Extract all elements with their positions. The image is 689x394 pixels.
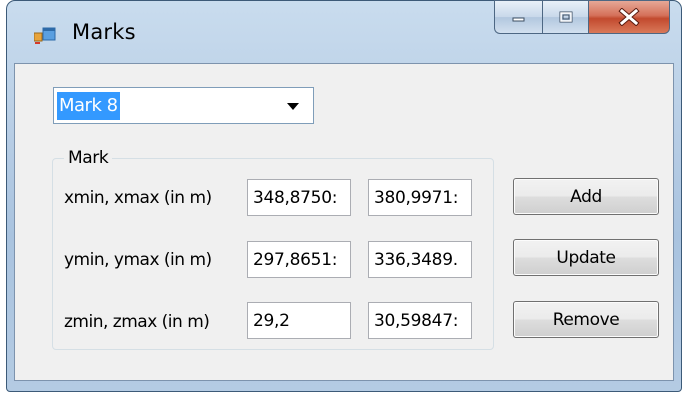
remove-button[interactable]: Remove (513, 301, 659, 338)
ymax-input[interactable]: 336,3489. (368, 241, 472, 278)
minimize-button[interactable] (494, 0, 542, 34)
dialog-client-area: Mark 8 Mark xmin, xmax (in m) 348,8750: … (14, 63, 674, 381)
xmax-value: 380,9971: (374, 188, 459, 208)
mark-group-label: Mark (64, 148, 113, 168)
marks-window: Marks Mark 8 Mark xmin, xmax (in m) 348,… (0, 0, 689, 394)
mark-select[interactable]: Mark 8 (53, 87, 314, 124)
update-button[interactable]: Update (513, 239, 659, 276)
x-range-label: xmin, xmax (in m) (64, 188, 212, 208)
xmax-input[interactable]: 380,9971: (368, 179, 472, 216)
xmin-value: 348,8750: (253, 188, 338, 208)
application-icon (34, 27, 56, 44)
chevron-down-icon[interactable] (287, 103, 299, 110)
add-button[interactable]: Add (513, 178, 659, 215)
window-title: Marks (72, 20, 136, 44)
close-icon (618, 8, 640, 26)
ymin-input[interactable]: 297,8651: (247, 241, 351, 278)
close-button[interactable] (588, 0, 670, 34)
zmax-value: 30,59847: (374, 311, 459, 331)
xmin-input[interactable]: 348,8750: (247, 179, 351, 216)
y-range-label: ymin, ymax (in m) (64, 250, 212, 270)
zmin-input[interactable]: 29,2 (247, 302, 351, 339)
caption-buttons (494, 0, 670, 36)
maximize-button[interactable] (542, 0, 588, 34)
zmin-value: 29,2 (253, 311, 290, 331)
minimize-icon (512, 17, 524, 22)
mark-select-value: Mark 8 (57, 92, 120, 120)
z-range-label: zmin, zmax (in m) (64, 312, 210, 332)
maximize-icon (559, 11, 572, 23)
ymin-value: 297,8651: (253, 250, 338, 270)
ymax-value: 336,3489. (374, 250, 458, 270)
zmax-input[interactable]: 30,59847: (368, 302, 472, 339)
